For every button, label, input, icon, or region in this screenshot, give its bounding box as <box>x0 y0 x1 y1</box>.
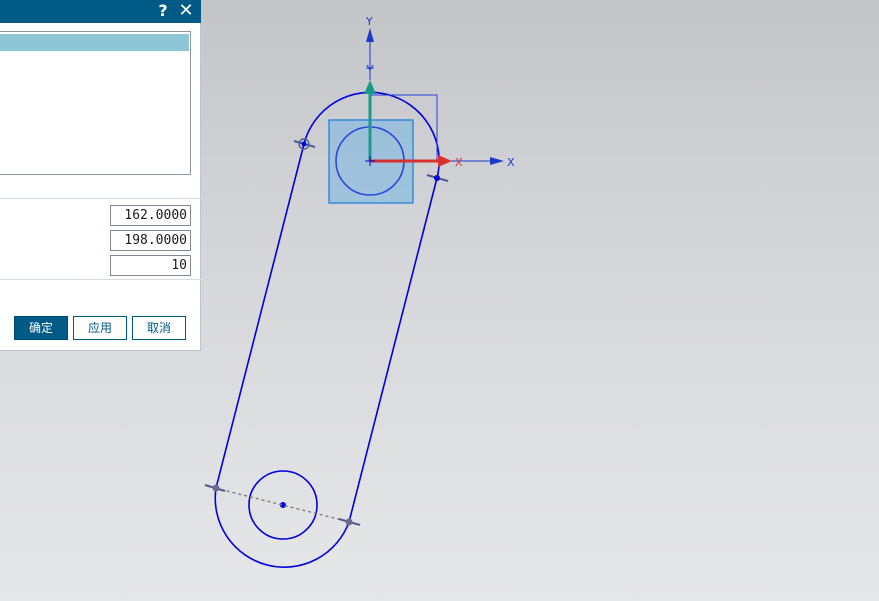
tangent-point-top-left[interactable] <box>301 141 307 147</box>
x-axis-label: X <box>507 156 515 169</box>
tangent-point-top-right[interactable] <box>434 175 440 181</box>
sketch-dialog: ? ✕ 162.0000 198.0000 10 确定 应用 取消 <box>0 0 201 351</box>
dynamic-y-handle-arrow[interactable] <box>364 80 376 94</box>
close-button[interactable]: ✕ <box>176 1 196 21</box>
tangent-point-bottom-right[interactable] <box>345 518 353 526</box>
apply-button[interactable]: 应用 <box>73 316 127 340</box>
dialog-titlebar: ? ✕ <box>0 0 201 23</box>
tangent-point-bottom-left[interactable] <box>212 484 220 492</box>
slot-right-line[interactable] <box>348 177 438 523</box>
help-button[interactable]: ? <box>153 1 173 21</box>
ok-button[interactable]: 确定 <box>14 316 68 340</box>
cancel-button[interactable]: 取消 <box>132 316 186 340</box>
section-divider <box>0 198 201 199</box>
slot-left-line[interactable] <box>215 143 305 489</box>
x-axis-arrow <box>490 157 504 165</box>
dynamic-x-handle-label: X <box>455 156 463 169</box>
selection-list[interactable] <box>0 31 191 175</box>
list-item-selected[interactable] <box>0 34 189 51</box>
y-axis-arrow <box>366 28 374 42</box>
y-axis-label: Y <box>365 15 373 28</box>
value-field-2[interactable]: 198.0000 <box>110 230 191 251</box>
slot-bottom-arc[interactable] <box>214 487 350 568</box>
section-divider <box>0 279 201 280</box>
value-field-1[interactable]: 162.0000 <box>110 205 191 226</box>
dynamic-x-handle-arrow[interactable] <box>438 155 452 167</box>
value-field-3[interactable]: 10 <box>110 255 191 276</box>
